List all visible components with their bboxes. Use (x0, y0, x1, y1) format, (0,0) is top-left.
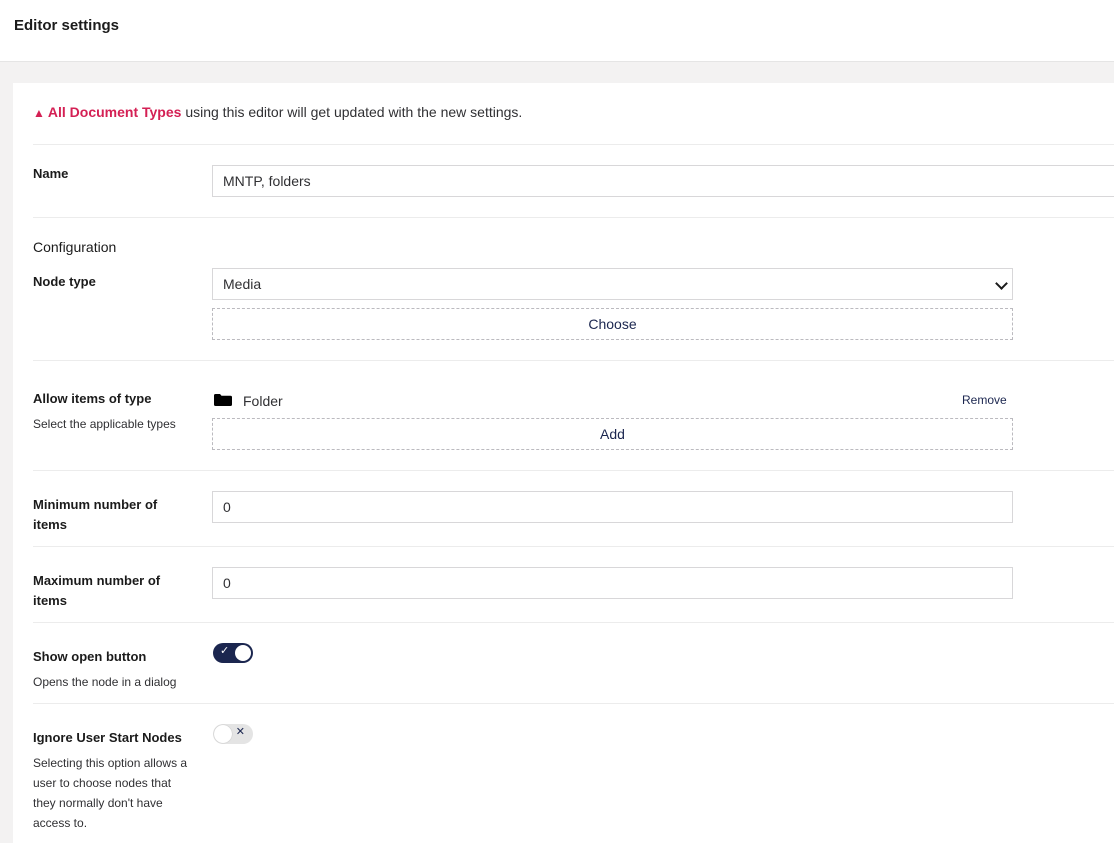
name-input[interactable]: MNTP, folders (212, 165, 1114, 197)
choose-button[interactable]: Choose (212, 308, 1013, 340)
max-items-label: Maximum number of items (33, 573, 161, 608)
warning-triangle-icon: ▲ (33, 106, 45, 120)
divider (33, 703, 1114, 704)
toggle-knob (235, 645, 251, 661)
divider (33, 217, 1114, 218)
divider (33, 470, 1114, 471)
settings-panel: ▲ All Document Types using this editor wi… (13, 83, 1114, 843)
warning-text: using this editor will get updated with … (181, 104, 523, 120)
show-open-button-description: Opens the node in a dialog (33, 675, 177, 689)
document-types-link[interactable]: All Document Types (48, 104, 182, 120)
chevron-down-icon (995, 277, 1008, 290)
node-type-label: Node type (33, 274, 96, 289)
configuration-title: Configuration (33, 239, 117, 255)
allowed-type-name: Folder (243, 393, 283, 409)
allow-items-description: Select the applicable types (33, 417, 176, 431)
checkmark-icon: ✓ (220, 645, 230, 657)
min-items-input[interactable]: 0 (212, 491, 1013, 523)
toggle-knob (214, 725, 232, 743)
editor-header: Editor settings (0, 0, 1114, 62)
show-open-button-label: Show open button (33, 649, 147, 664)
close-icon: ✕ (235, 726, 245, 738)
divider (33, 360, 1114, 361)
add-type-button[interactable]: Add (212, 418, 1013, 450)
max-items-input[interactable]: 0 (212, 567, 1013, 599)
allow-items-label: Allow items of type (33, 391, 152, 406)
node-type-selected-value: Media (223, 276, 262, 292)
remove-button[interactable]: Remove (962, 393, 1007, 407)
page-title: Editor settings (14, 17, 120, 34)
name-label: Name (33, 166, 69, 181)
divider (33, 144, 1114, 145)
update-warning: ▲ All Document Types using this editor wi… (33, 104, 522, 120)
node-type-select[interactable]: Media (212, 268, 1013, 300)
divider (33, 546, 1114, 547)
ignore-start-nodes-description: Selecting this option allows a user to c… (33, 756, 188, 830)
divider (33, 622, 1114, 623)
ignore-start-nodes-label: Ignore User Start Nodes (33, 730, 182, 745)
min-items-label: Minimum number of items (33, 497, 158, 532)
show-open-button-toggle[interactable]: ✓ (213, 643, 253, 663)
folder-icon (214, 394, 232, 406)
ignore-start-nodes-toggle[interactable]: ✕ (213, 724, 253, 744)
